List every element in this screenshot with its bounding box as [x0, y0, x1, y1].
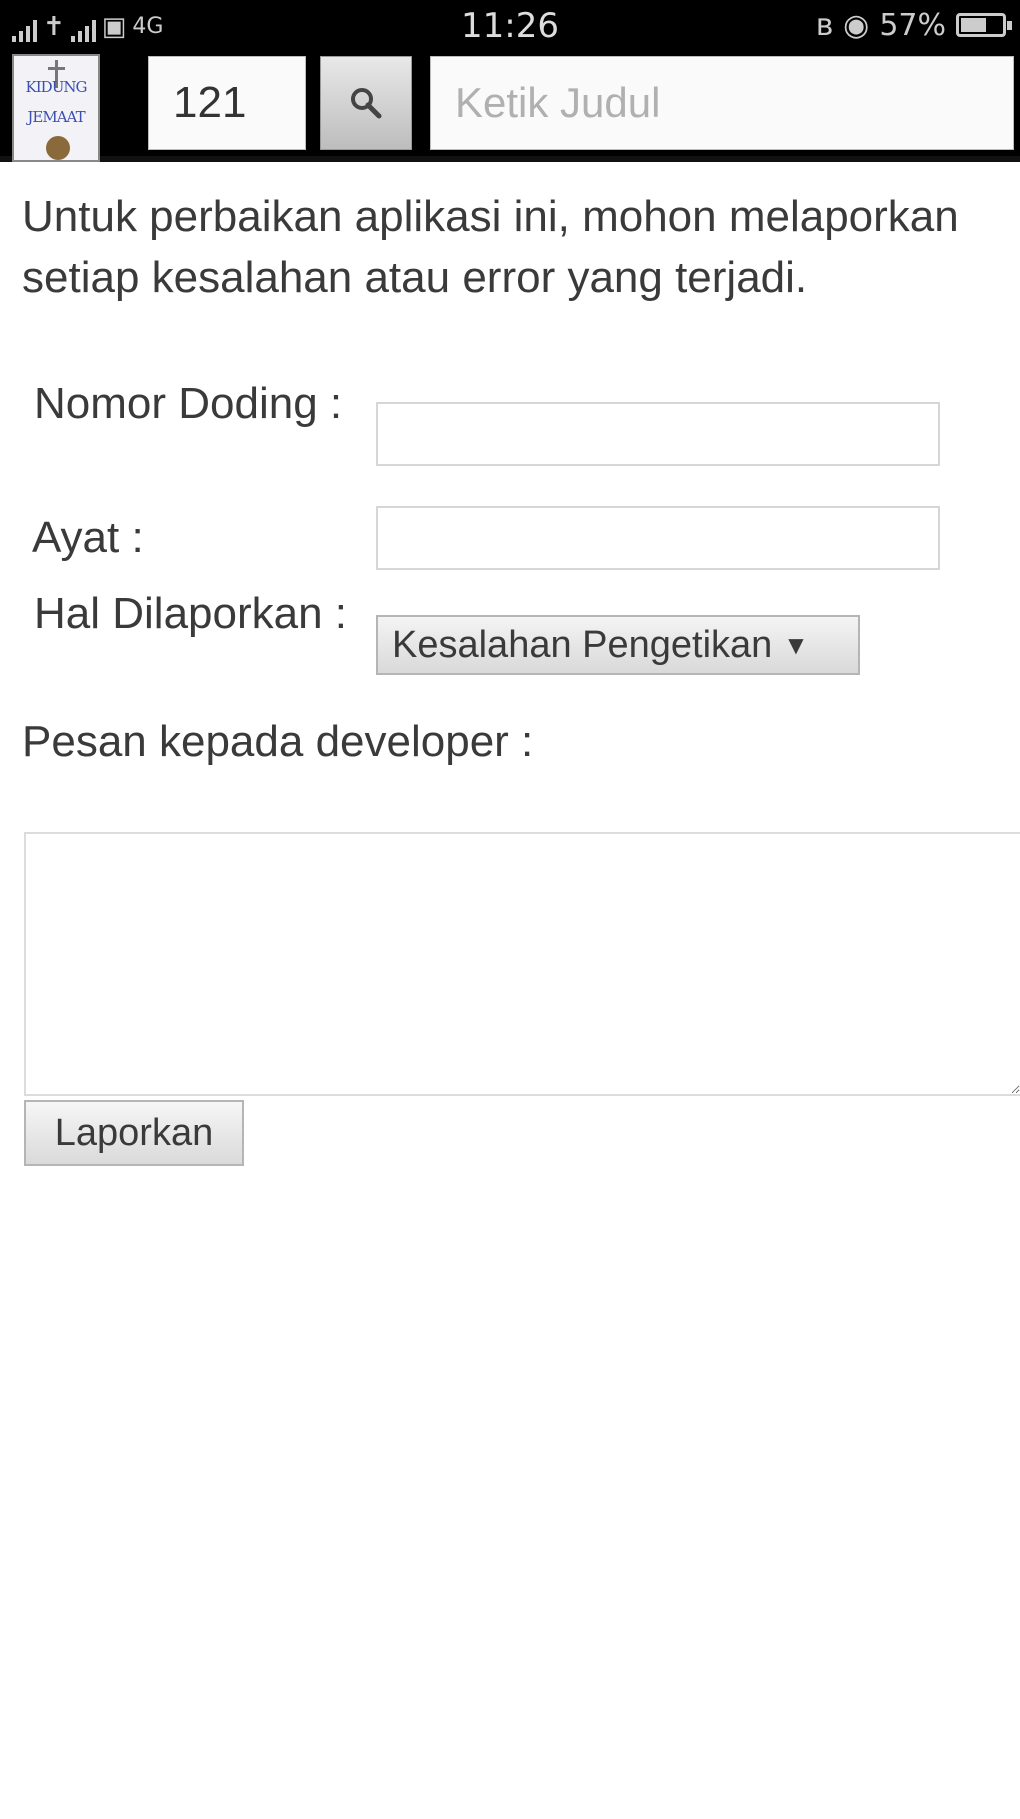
app-logo[interactable]: KIDUNG JEMAAT — [12, 54, 100, 162]
logo-text-2: JEMAAT — [27, 108, 85, 126]
status-bar: ✝ ▣ 4G 11:26 ʙ ◉ 57% — [0, 0, 1020, 50]
report-button[interactable]: Laporkan — [24, 1100, 244, 1166]
eye-icon: ◉ — [843, 7, 870, 43]
ayat-label: Ayat : — [32, 513, 144, 562]
logo-bell-icon — [46, 136, 70, 160]
hal-label: Hal Dilaporkan : — [34, 589, 348, 638]
nomor-doding-field[interactable] — [376, 402, 940, 466]
bluetooth-icon: ʙ — [815, 7, 834, 43]
battery-fill — [961, 18, 987, 32]
title-search-input[interactable] — [430, 56, 1014, 150]
logo-text-1: KIDUNG — [25, 78, 88, 96]
message-textarea[interactable] — [24, 832, 1020, 1096]
search-button[interactable] — [320, 56, 412, 150]
logo-cross-bar — [48, 67, 65, 70]
song-number-input[interactable] — [148, 56, 306, 150]
dropdown-arrow-icon: ▼ — [788, 633, 804, 657]
hal-selected-value: Kesalahan Pengetikan — [392, 624, 773, 666]
battery-icon — [956, 13, 1012, 37]
nomor-label: Nomor Doding : — [34, 379, 343, 428]
ayat-field[interactable] — [376, 506, 940, 570]
search-icon — [351, 88, 382, 119]
intro-text: Untuk perbaikan aplikasi ini, mohon mela… — [22, 192, 959, 302]
hal-dilaporkan-select[interactable]: Kesalahan Pengetikan ▼ — [376, 615, 860, 675]
pesan-label: Pesan kepada developer : — [22, 717, 534, 766]
status-right: ʙ ◉ 57% — [815, 7, 1012, 43]
battery-percent: 57% — [879, 7, 946, 43]
